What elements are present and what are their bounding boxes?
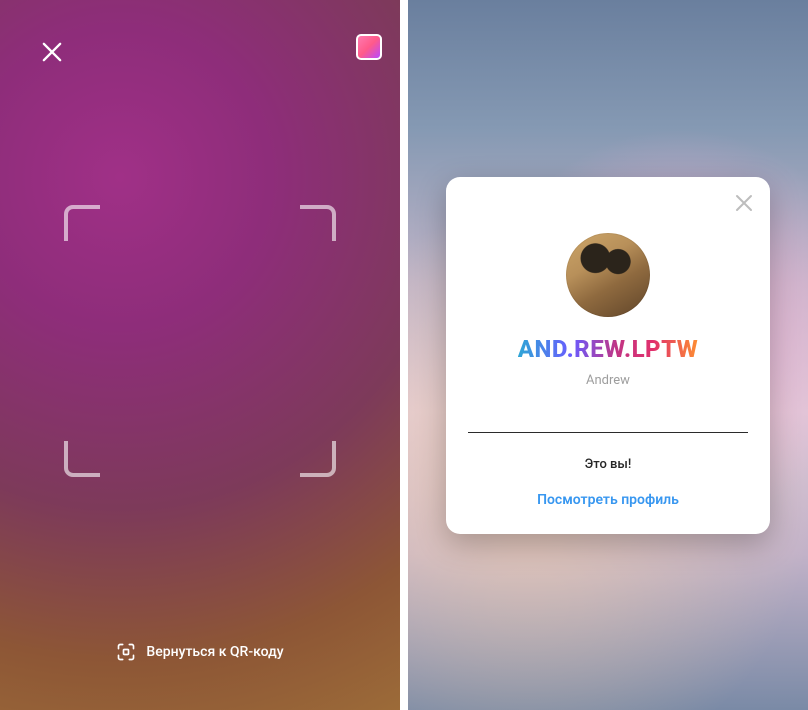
avatar bbox=[566, 233, 650, 317]
frame-corner bbox=[300, 205, 336, 241]
qr-scan-icon bbox=[116, 642, 136, 662]
screen-divider bbox=[400, 0, 408, 710]
thats-you-label: Это вы! bbox=[468, 457, 748, 472]
frame-corner bbox=[64, 205, 100, 241]
return-to-qr-label: Вернуться к QR-коду bbox=[146, 644, 283, 660]
profile-result-screen: AND.REW.LPTW Andrew Это вы! Посмотреть п… bbox=[408, 0, 808, 710]
gallery-button[interactable] bbox=[356, 34, 382, 60]
view-profile-link[interactable]: Посмотреть профиль bbox=[468, 492, 748, 508]
close-icon bbox=[732, 191, 756, 215]
scanner-screen: Вернуться к QR-коду bbox=[0, 0, 400, 710]
return-to-qr-button[interactable]: Вернуться к QR-коду bbox=[0, 642, 400, 662]
card-close-button[interactable] bbox=[732, 191, 756, 215]
frame-corner bbox=[300, 441, 336, 477]
scan-frame bbox=[64, 205, 336, 477]
close-icon bbox=[38, 38, 66, 66]
divider bbox=[468, 432, 748, 433]
username: AND.REW.LPTW bbox=[518, 335, 698, 363]
display-name: Andrew bbox=[468, 373, 748, 388]
close-button[interactable] bbox=[38, 38, 66, 66]
frame-corner bbox=[64, 441, 100, 477]
profile-card: AND.REW.LPTW Andrew Это вы! Посмотреть п… bbox=[446, 177, 770, 534]
